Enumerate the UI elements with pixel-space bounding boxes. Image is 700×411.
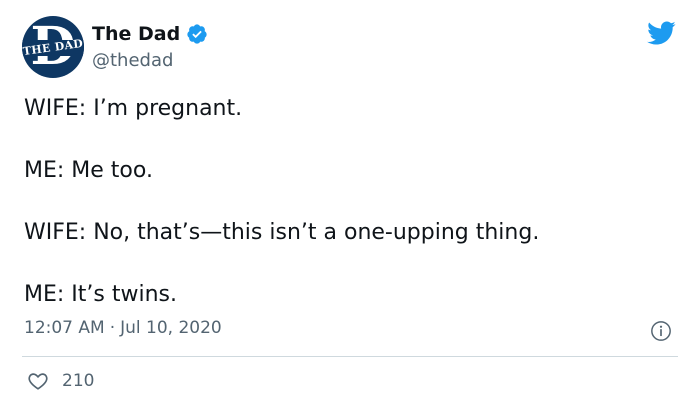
tweet-line: ME: Me too. [24,158,153,183]
author-handle[interactable]: @thedad [92,50,173,71]
tweet-card: D THE DAD The Dad @thedad WIFE: I’m preg… [0,0,700,411]
tweet-line: WIFE: I’m pregnant. [24,96,243,121]
verified-badge-icon [187,24,207,44]
tweet-line: WIFE: No, that’s—this isn’t a one-upping… [24,220,540,245]
tweet-time: 12:07 AM [24,318,105,338]
like-count: 210 [62,371,95,391]
divider [22,356,678,357]
twitter-bird-icon[interactable] [644,18,678,48]
like-button[interactable]: 210 [26,370,94,392]
author-name-row: The Dad [92,22,208,46]
avatar[interactable]: D THE DAD [22,16,84,78]
heart-icon [28,373,48,390]
author-display-name[interactable]: The Dad [92,23,180,45]
tweet-timestamp[interactable]: 12:07 AM · Jul 10, 2020 [24,318,222,338]
tweet-date: Jul 10, 2020 [120,318,222,338]
info-icon[interactable] [650,320,672,342]
tweet-line: ME: It’s twins. [24,282,177,307]
meta-separator: · [109,318,116,338]
